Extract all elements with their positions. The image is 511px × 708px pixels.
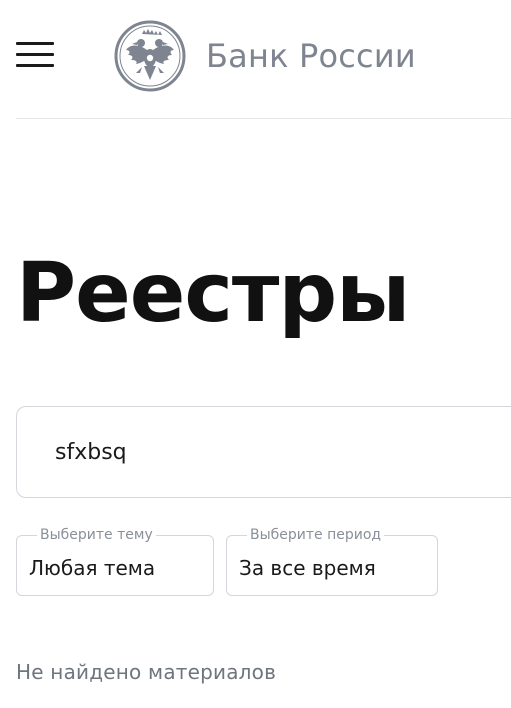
header-divider (16, 118, 511, 119)
site-header: Банк России (0, 0, 511, 119)
period-select-value: За все время (239, 556, 376, 580)
search-input[interactable] (55, 429, 475, 475)
bank-name: Банк России (206, 37, 416, 75)
hamburger-line (16, 42, 54, 45)
topic-select-label: Выберите тему (40, 527, 153, 543)
hamburger-line (16, 64, 54, 67)
topic-select[interactable]: Выберите тему Любая тема (16, 528, 214, 596)
hamburger-line (16, 53, 54, 56)
period-select-label: Выберите период (250, 527, 382, 543)
topic-select-value: Любая тема (29, 556, 156, 580)
search-box[interactable] (16, 406, 511, 498)
period-select[interactable]: Выберите период За все время (226, 528, 438, 596)
bank-logo-link[interactable]: Банк России (114, 20, 416, 92)
empty-results-message: Не найдено материалов (16, 660, 277, 684)
page-title: Реестры (16, 246, 410, 341)
hamburger-menu-icon[interactable] (16, 42, 54, 68)
double-headed-eagle-emblem-icon (114, 20, 186, 92)
